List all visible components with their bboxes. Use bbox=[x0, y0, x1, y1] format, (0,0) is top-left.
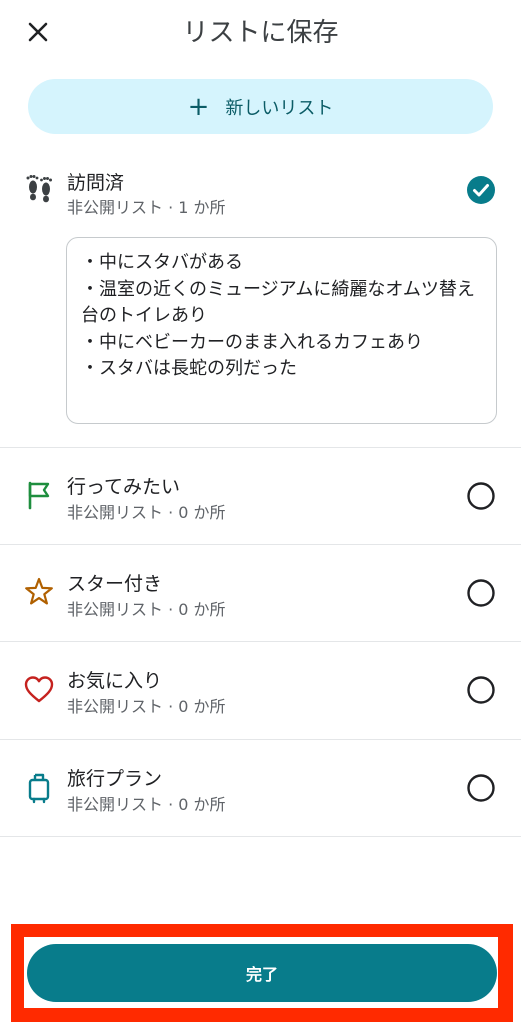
star-icon bbox=[25, 577, 53, 605]
new-list-button[interactable]: + 新しいリスト bbox=[28, 79, 493, 134]
divider bbox=[0, 544, 521, 545]
list-item-visited[interactable]: 訪問済 非公開リスト · 1 か所 bbox=[0, 160, 521, 217]
radio-unchecked-icon[interactable] bbox=[466, 481, 496, 511]
list-meta: 非公開リスト · 0 か所 bbox=[67, 503, 226, 522]
list-name: 訪問済 bbox=[67, 172, 125, 194]
header: リストに保存 bbox=[0, 0, 521, 64]
list-meta: 非公開リスト · 0 か所 bbox=[67, 795, 226, 814]
radio-unchecked-icon[interactable] bbox=[466, 675, 496, 705]
list-item-starred[interactable]: スター付き 非公開リスト · 0 か所 bbox=[0, 559, 521, 627]
flag-icon bbox=[28, 481, 50, 510]
heart-icon bbox=[24, 676, 54, 703]
page-title: リストに保存 bbox=[182, 18, 339, 48]
list-item-want-to-go[interactable]: 行ってみたい 非公開リスト · 0 か所 bbox=[0, 462, 521, 530]
list-item-favorites[interactable]: お気に入り 非公開リスト · 0 か所 bbox=[0, 656, 521, 724]
list-meta: 非公開リスト · 1 か所 bbox=[67, 198, 226, 217]
checked-circle-icon[interactable] bbox=[466, 175, 496, 205]
list-name: お気に入り bbox=[67, 670, 163, 692]
divider bbox=[0, 641, 521, 642]
footprints-icon bbox=[26, 175, 52, 203]
suitcase-icon bbox=[28, 773, 50, 804]
new-list-label: 新しいリスト bbox=[225, 97, 334, 119]
list-meta: 非公開リスト · 0 か所 bbox=[67, 697, 226, 716]
radio-unchecked-icon[interactable] bbox=[466, 773, 496, 803]
divider bbox=[0, 836, 521, 837]
list-item-travel-plans[interactable]: 旅行プラン 非公開リスト · 0 か所 bbox=[0, 754, 521, 822]
divider bbox=[0, 739, 521, 740]
divider bbox=[0, 447, 521, 448]
list-name: スター付き bbox=[67, 573, 163, 595]
radio-unchecked-icon[interactable] bbox=[466, 578, 496, 608]
plus-icon: + bbox=[187, 91, 210, 122]
list-name: 旅行プラン bbox=[67, 768, 163, 790]
list-meta: 非公開リスト · 0 か所 bbox=[67, 600, 226, 619]
list-name: 行ってみたい bbox=[67, 476, 181, 498]
done-button[interactable]: 完了 bbox=[27, 944, 497, 1002]
note-textarea[interactable]: ・中にスタバがある ・温室の近くのミュージアムに綺麗なオムツ替え台のトイレあり … bbox=[66, 237, 497, 424]
